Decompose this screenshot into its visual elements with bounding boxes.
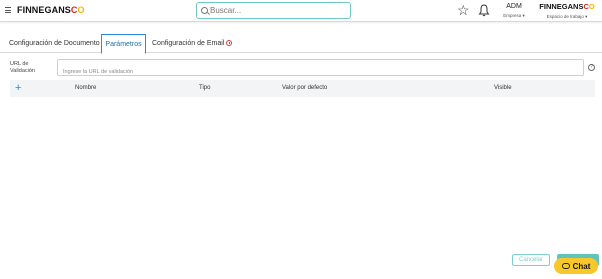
parameters-table-header: + Nombre Tipo Valor por defecto Visible (10, 80, 595, 97)
brand-name: FINNEGANS (17, 5, 71, 15)
tab-document-config[interactable]: Configuración de Documento (9, 34, 100, 53)
top-bar: FINNEGANSCO ☆ ADM Empresa ▾ FINNEGANSCO … (0, 0, 602, 22)
column-header-default-value[interactable]: Valor por defecto (282, 80, 327, 97)
star-icon[interactable]: ☆ (457, 3, 470, 17)
cancel-button[interactable]: Cancelar (512, 254, 550, 266)
url-validation-input[interactable] (58, 64, 583, 80)
column-header-name[interactable]: Nombre (75, 80, 96, 97)
alert-icon (226, 39, 233, 46)
column-header-type[interactable]: Tipo (199, 80, 210, 97)
workspace-selector[interactable]: FINNEGANSCO Espacio de trabajo ▾ (537, 2, 597, 20)
brand-suffix: CO (70, 5, 85, 15)
brand-logo[interactable]: FINNEGANSCO (17, 5, 85, 15)
chat-label: Chat (572, 261, 591, 271)
company-label: Empresa ▾ (503, 13, 525, 18)
workspace-label: Espacio de trabajo ▾ (546, 14, 588, 19)
chat-icon (561, 263, 570, 269)
search-input[interactable] (210, 4, 348, 17)
tab-email-config[interactable]: Configuración de Email (152, 34, 233, 53)
help-icon[interactable]: ? (588, 64, 595, 71)
tab-parameters[interactable]: Parámetros (101, 34, 146, 54)
column-header-visible[interactable]: Visible (494, 80, 512, 97)
add-row-button[interactable]: + (15, 81, 21, 95)
tab-bar: Configuración de Documento Parámetros Co… (0, 34, 602, 54)
url-validation-field[interactable] (57, 59, 584, 80)
url-validation-label: URL de Validación (10, 61, 35, 74)
tab-email-config-label: Configuración de Email (152, 40, 225, 47)
workspace-brand: FINNEGANSCO (539, 2, 595, 11)
company-selector[interactable]: ADM Empresa ▾ (500, 3, 528, 19)
user-code: ADM (506, 3, 522, 10)
hamburger-menu-icon[interactable] (5, 7, 11, 13)
search-box[interactable] (196, 2, 351, 19)
bell-icon[interactable] (478, 4, 490, 17)
search-icon (201, 7, 208, 14)
chat-button[interactable]: Chat (554, 258, 598, 274)
